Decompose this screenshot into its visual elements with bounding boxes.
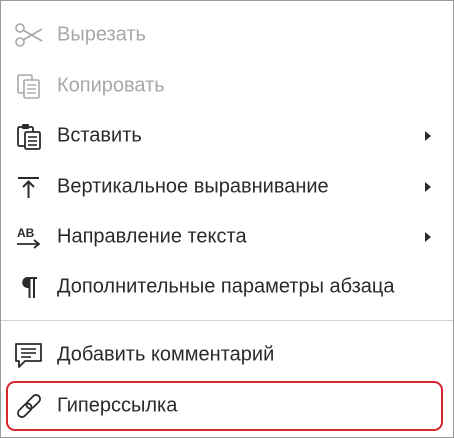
text-direction-icon-text: AB bbox=[17, 226, 35, 240]
menu-item-cut[interactable]: Вырезать bbox=[1, 10, 453, 60]
menu-item-label: Вставить bbox=[57, 124, 142, 147]
menu-item-copy[interactable]: Копировать bbox=[1, 61, 453, 111]
menu-item-label: Вертикальное выравнивание bbox=[57, 175, 329, 198]
vertical-align-icon bbox=[13, 171, 45, 203]
menu-item-label: Копировать bbox=[57, 74, 165, 97]
submenu-arrow-icon bbox=[425, 131, 431, 141]
highlight-box bbox=[6, 381, 443, 431]
comment-icon bbox=[13, 339, 45, 371]
menu-item-label: Вырезать bbox=[57, 23, 146, 46]
menu-item-add-comment[interactable]: Добавить комментарий bbox=[1, 330, 453, 380]
menu-item-paste[interactable]: Вставить bbox=[1, 111, 453, 161]
text-direction-icon: AB bbox=[13, 221, 45, 253]
menu-item-label: Дополнительные параметры абзаца bbox=[57, 275, 395, 298]
menu-item-label: Направление текста bbox=[57, 225, 247, 248]
submenu-arrow-icon bbox=[425, 182, 431, 192]
menu-item-vertical-align[interactable]: Вертикальное выравнивание bbox=[1, 162, 453, 212]
scissors-icon bbox=[13, 19, 45, 51]
submenu-arrow-icon bbox=[425, 232, 431, 242]
paste-icon bbox=[13, 120, 45, 152]
menu-item-label: Добавить комментарий bbox=[57, 343, 275, 366]
context-menu: Вырезать Копировать Вставить Вертикально… bbox=[0, 0, 454, 438]
paragraph-icon bbox=[13, 271, 45, 303]
copy-icon bbox=[13, 70, 45, 102]
menu-divider bbox=[1, 320, 453, 321]
menu-item-text-direction[interactable]: AB Направление текста bbox=[1, 212, 453, 262]
menu-item-paragraph-settings[interactable]: Дополнительные параметры абзаца bbox=[1, 262, 453, 312]
